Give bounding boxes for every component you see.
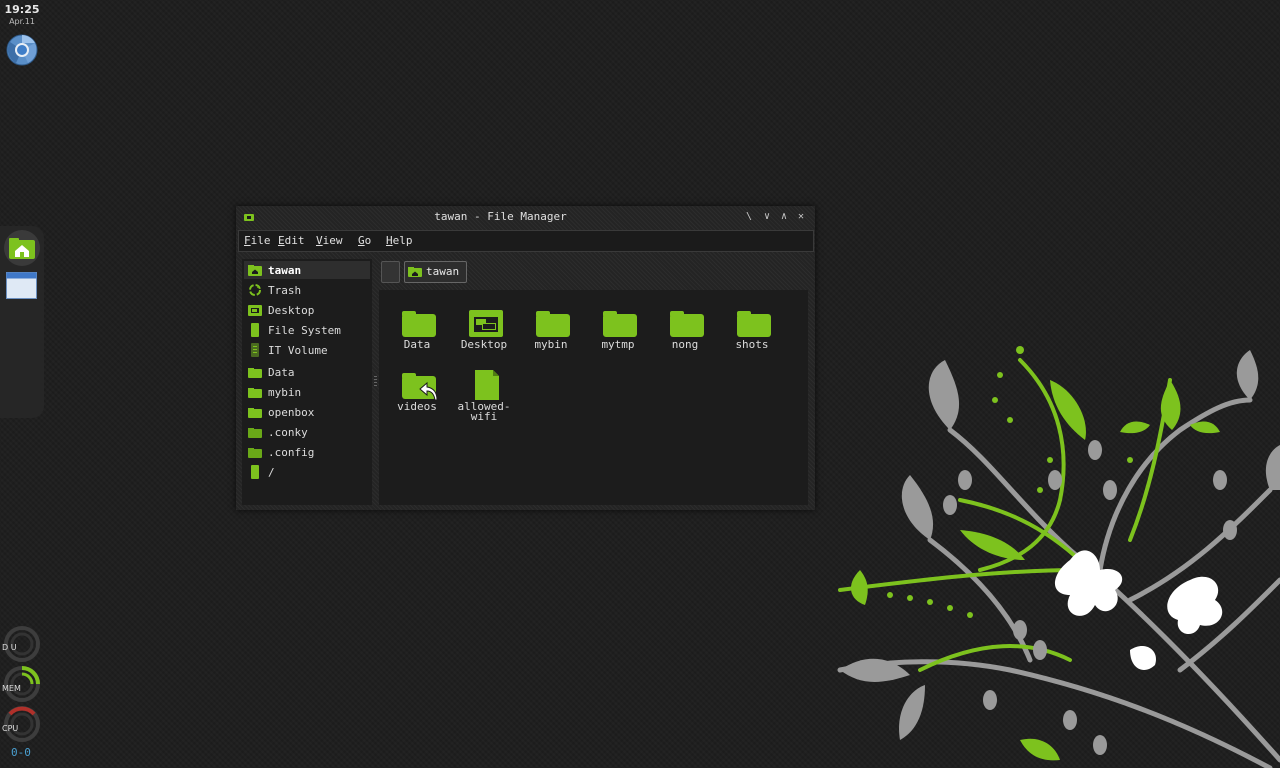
clock-widget: 19:25 Apr.11	[4, 3, 40, 26]
window-shade-button[interactable]: \	[743, 211, 755, 223]
sidebar-item-mybin[interactable]: mybin	[244, 383, 370, 401]
folder-icon	[248, 448, 262, 458]
left-dock	[0, 226, 44, 418]
sidebar-item-file-system[interactable]: File System	[244, 321, 370, 339]
file-icon-view[interactable]: Data Desktop mybin mytmp nong shots vide…	[379, 290, 808, 505]
home-folder-icon	[9, 238, 35, 259]
file-item-mybin[interactable]: mybin	[518, 306, 584, 366]
trash-icon	[249, 284, 261, 296]
cpu-label: CPU	[2, 724, 19, 733]
du-label: D U	[2, 643, 17, 652]
sidebar-item-desktop[interactable]: Desktop	[244, 301, 370, 319]
path-bar-toggle-button[interactable]	[381, 261, 400, 283]
folder-icon	[248, 408, 262, 418]
window-title: tawan - File Manager	[434, 210, 567, 223]
window-icon[interactable]	[6, 272, 37, 299]
file-item-allowed-wifi[interactable]: allowed-wifi	[451, 368, 517, 428]
mem-label: MEM	[2, 684, 21, 693]
file-item-mytmp[interactable]: mytmp	[585, 306, 651, 366]
home-folder-icon	[248, 265, 262, 276]
desktop-folder-icon	[469, 310, 503, 337]
maximize-button[interactable]: ∧	[778, 211, 790, 223]
folder-icon	[248, 388, 262, 398]
menu-go[interactable]: Go	[358, 234, 371, 247]
clock-time: 19:25	[4, 3, 40, 16]
volume-icon	[251, 343, 259, 357]
sidebar-item-tawan[interactable]: tawan	[244, 261, 370, 279]
menu-file[interactable]: File	[244, 234, 271, 247]
file-item-desktop[interactable]: Desktop	[451, 306, 517, 366]
drive-icon	[251, 465, 259, 479]
conky-bottom-readout: 0-0	[11, 746, 31, 759]
menu-edit[interactable]: Edit	[278, 234, 305, 247]
breadcrumb-tawan[interactable]: tawan	[404, 261, 467, 283]
folder-icon	[670, 311, 704, 337]
sidebar-item-root[interactable]: /	[244, 463, 370, 481]
folder-icon	[603, 311, 637, 337]
drive-icon	[251, 323, 259, 337]
menu-help[interactable]: Help	[386, 234, 413, 247]
sidebar-item-data[interactable]: Data	[244, 363, 370, 381]
folder-icon	[536, 311, 570, 337]
sidebar-item-trash[interactable]: Trash	[244, 281, 370, 299]
folder-icon	[248, 368, 262, 378]
sidebar-item-config[interactable]: .config	[244, 443, 370, 461]
folder-link-icon	[402, 373, 437, 400]
folder-icon	[737, 311, 771, 337]
folder-icon	[402, 311, 436, 337]
desktop-folder-icon	[248, 305, 262, 316]
file-item-shots[interactable]: shots	[719, 306, 785, 366]
places-sidebar: tawan Trash Desktop File System IT Volum…	[242, 259, 372, 505]
clock-date: Apr.11	[9, 17, 35, 26]
menu-bar: File Edit View Go Help	[238, 230, 814, 252]
close-button[interactable]: ✕	[795, 211, 807, 223]
folder-icon	[248, 428, 262, 438]
floral-wallpaper-art	[837, 346, 1280, 768]
file-item-data[interactable]: Data	[384, 306, 450, 366]
chromium-icon[interactable]	[6, 34, 38, 66]
file-item-videos[interactable]: videos	[384, 368, 450, 428]
file-manager-window: tawan - File Manager \ ∨ ∧ ✕ File Edit V…	[236, 206, 815, 510]
window-titlebar[interactable]: tawan - File Manager \ ∨ ∧ ✕	[236, 206, 815, 228]
menu-view[interactable]: View	[316, 234, 343, 247]
dock-home-button[interactable]	[4, 230, 40, 266]
sidebar-item-openbox[interactable]: openbox	[244, 403, 370, 421]
sidebar-item-it-volume[interactable]: IT Volume	[244, 341, 370, 359]
minimize-button[interactable]: ∨	[761, 211, 773, 223]
file-icon	[475, 370, 499, 400]
pane-splitter-handle[interactable]	[374, 376, 377, 386]
sidebar-item-conky[interactable]: .conky	[244, 423, 370, 441]
file-item-nong[interactable]: nong	[652, 306, 718, 366]
home-folder-icon	[408, 267, 422, 277]
